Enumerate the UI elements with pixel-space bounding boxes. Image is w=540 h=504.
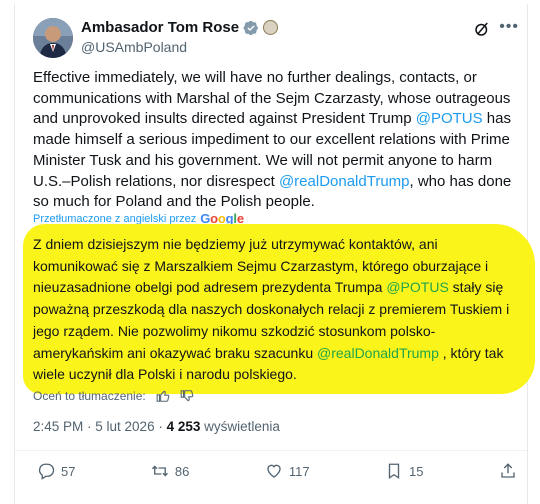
- author-avatar[interactable]: [33, 18, 73, 58]
- like-button[interactable]: 117: [265, 462, 310, 480]
- reply-icon: [38, 463, 55, 480]
- bookmark-count: 15: [409, 463, 424, 479]
- thumbs-up-icon[interactable]: [156, 389, 170, 403]
- grok-icon[interactable]: [473, 20, 491, 38]
- us-embassy-seal-icon: [263, 20, 279, 35]
- tweet-card: Ambasador Tom Rose @USAmbPoland ••• Effe…: [14, 4, 535, 504]
- view-count: 4 253: [166, 419, 201, 434]
- share-icon: [501, 463, 515, 478]
- tweet-timestamp[interactable]: 2:45 PM · 5 lut 2026 ·: [33, 419, 167, 434]
- reply-count: 57: [61, 463, 76, 479]
- repost-count: 86: [174, 463, 190, 479]
- rate-translation-label: Oceń to tłumaczenie:: [33, 389, 146, 403]
- like-count: 117: [288, 463, 310, 479]
- rate-translation: Oceń to tłumaczenie:: [33, 389, 194, 403]
- bookmark-button[interactable]: 15: [385, 462, 424, 480]
- author-name-row: Ambasador Tom Rose: [81, 19, 279, 36]
- more-options-icon[interactable]: •••: [499, 18, 519, 36]
- divider: [15, 450, 527, 451]
- heart-icon: [267, 464, 281, 478]
- share-button[interactable]: [499, 462, 517, 480]
- verified-badge-icon: [243, 20, 258, 35]
- mention-potus[interactable]: @POTUS: [416, 110, 483, 127]
- translation-label: Przetłumaczone z angielski przez: [33, 212, 197, 225]
- tweet-actions: 57 86 117 15: [37, 462, 517, 480]
- author-name[interactable]: Ambasador Tom Rose: [81, 19, 239, 36]
- repost-icon: [151, 465, 168, 477]
- mention-realdonaldtrump[interactable]: @realDonaldTrump: [279, 173, 410, 190]
- tweet-text: Effective immediately, we will have no f…: [33, 68, 519, 213]
- view-count-label: wyświetlenia: [200, 419, 280, 434]
- mention-realdonaldtrump[interactable]: @realDonaldTrump: [317, 345, 439, 361]
- translated-text: Z dniem dzisiejszym nie będziemy już utr…: [33, 234, 523, 386]
- reply-button[interactable]: 57: [37, 462, 75, 480]
- mention-potus[interactable]: @POTUS: [386, 279, 448, 295]
- thumbs-down-icon[interactable]: [180, 389, 194, 403]
- repost-button[interactable]: 86: [151, 462, 189, 480]
- author-handle[interactable]: @USAmbPoland: [81, 39, 187, 55]
- tweet-meta: 2:45 PM · 5 lut 2026 · 4 253 wyświetleni…: [33, 419, 280, 434]
- bookmark-icon: [388, 463, 400, 480]
